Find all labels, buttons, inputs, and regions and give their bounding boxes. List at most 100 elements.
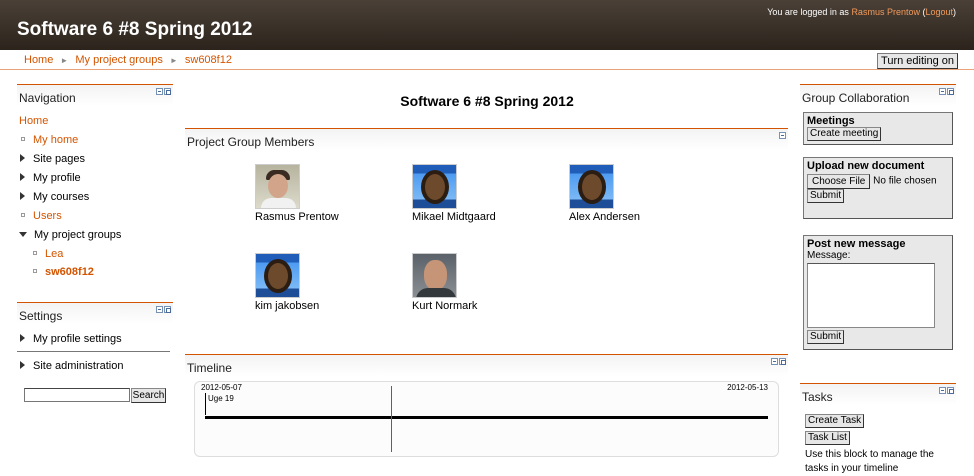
nav-item-label: My courses [33,191,90,203]
avatar[interactable] [255,164,300,209]
timeline-start-date: 2012-05-07 [201,383,242,392]
minimize-icon[interactable] [939,88,946,95]
nav-item-home[interactable]: Home [19,115,48,127]
avatar[interactable] [255,253,300,298]
choose-file-button[interactable]: Choose File [807,174,871,189]
login-user-link[interactable]: Rasmus Prentow [851,7,920,17]
block-controls [156,306,171,313]
minimize-icon[interactable] [771,358,778,365]
navigation-block-header: Navigation [17,84,173,106]
member-card[interactable]: Rasmus Prentow [255,164,375,223]
nav-item-users[interactable]: Users [21,210,62,222]
nav-item-lea[interactable]: Lea [33,248,63,260]
site-title: Software 6 #8 Spring 2012 [17,19,253,40]
breadcrumb-home[interactable]: Home [24,54,53,66]
avatar[interactable] [569,164,614,209]
collab-block-header: Group Collaboration [800,84,956,106]
breadcrumb-current-group[interactable]: sw608f12 [185,54,232,66]
turn-editing-on-button[interactable]: Turn editing on [877,53,958,69]
members-block-header: Project Group Members [185,128,788,150]
dock-icon[interactable] [947,387,954,394]
search-button[interactable]: Search [131,388,166,403]
file-picker: Choose File No file chosen [807,174,949,189]
search-input[interactable] [24,388,130,402]
breadcrumb-separator: ► [169,56,178,65]
create-task-button[interactable]: Create Task [805,414,865,428]
navbar: Home ► My project groups ► sw608f12 Turn… [0,50,974,70]
avatar[interactable] [412,253,457,298]
tasks-block-title: Tasks [802,390,833,404]
upload-box: Upload new document Choose File No file … [803,157,953,219]
member-card[interactable]: Kurt Normark [412,253,532,312]
member-card[interactable]: Alex Andersen [569,164,689,223]
navigation-block-title: Navigation [19,91,76,105]
message-textarea[interactable] [807,263,935,328]
minimize-icon[interactable] [939,387,946,394]
bullet-icon [21,213,25,218]
message-submit-button[interactable]: Submit [807,330,845,344]
nav-item-my-profile[interactable]: My profile [20,172,81,184]
block-controls [771,358,786,365]
page-header: Software 6 #8 Spring 2012 You are logged… [0,0,974,50]
minimize-icon[interactable] [779,132,786,139]
settings-block-title: Settings [19,309,63,323]
timeline-end-date: 2012-05-13 [727,383,768,392]
breadcrumb-separator: ► [60,56,69,65]
breadcrumb-my-project-groups[interactable]: My project groups [75,54,162,66]
nav-item-my-courses[interactable]: My courses [20,191,89,203]
settings-item-label: My profile settings [33,333,122,345]
post-message-title: Post new message [807,238,906,250]
nav-item-sw608f12[interactable]: sw608f12 [33,266,94,278]
members-block-title: Project Group Members [187,135,315,149]
nav-item-label: My profile [33,172,81,184]
timeline-block-title: Timeline [187,361,232,375]
create-meeting-button[interactable]: Create meeting [807,127,882,141]
collab-block-title: Group Collaboration [802,91,910,105]
nav-item-label: My home [33,134,79,146]
logout-link[interactable]: Logout [925,7,953,17]
member-card[interactable]: Mikael Midtgaard [412,164,532,223]
tasks-body: Create Task Task List Use this block to … [805,414,955,476]
settings-item-site-administration[interactable]: Site administration [20,360,124,372]
bullet-icon [21,137,25,142]
task-list-button[interactable]: Task List [805,431,850,445]
nav-item-site-pages[interactable]: Site pages [20,153,85,165]
member-name: Kurt Normark [412,300,478,312]
settings-item-my-profile-settings[interactable]: My profile settings [20,333,122,345]
dock-icon[interactable] [779,358,786,365]
nav-item-my-project-groups[interactable]: My project groups [19,229,121,241]
member-name: Rasmus Prentow [255,211,339,223]
member-name: Alex Andersen [569,211,640,223]
member-name: kim jakobsen [255,300,320,312]
avatar[interactable] [412,164,457,209]
expand-icon [20,154,25,163]
minimize-icon[interactable] [156,306,163,313]
member-card[interactable]: kim jakobsen [255,253,375,312]
dock-icon[interactable] [947,88,954,95]
dock-icon[interactable] [164,306,171,313]
navbar-divider [0,69,974,70]
block-controls [779,132,786,139]
upload-title: Upload new document [807,160,925,172]
settings-block-header: Settings [17,302,173,324]
meetings-title: Meetings [807,115,855,127]
timeline-panel[interactable]: 2012-05-07 2012-05-13 Uge 19 [194,381,779,457]
upload-submit-button[interactable]: Submit [807,189,845,203]
nav-item-label: sw608f12 [45,266,94,278]
settings-item-label: Site administration [33,360,124,372]
nav-item-label: Lea [45,248,64,260]
member-name: Mikael Midtgaard [412,211,496,223]
post-message-box: Post new message Message: Submit [803,235,953,350]
expand-icon [20,334,25,343]
bullet-icon [33,251,37,256]
file-status: No file chosen [873,175,937,187]
expand-icon [20,361,25,370]
block-controls [156,88,171,95]
nav-item-label: Site pages [33,153,85,165]
nav-item-label: Users [33,210,62,222]
minimize-icon[interactable] [156,88,163,95]
dock-icon[interactable] [164,88,171,95]
breadcrumb: Home ► My project groups ► sw608f12 [24,54,232,66]
meetings-box: Meetings Create meeting [803,112,953,145]
nav-item-my-home[interactable]: My home [21,134,78,146]
